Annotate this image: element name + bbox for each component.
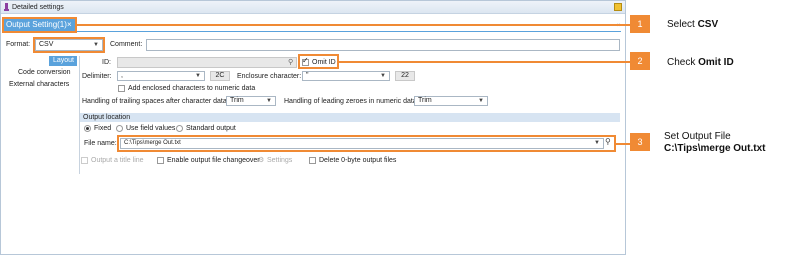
trailing-label: Handling of trailing spaces after charac… [82,98,229,105]
enclosure-select[interactable]: " ▼ [302,71,390,81]
side-tab-code-conversion[interactable]: Code conversion [18,68,71,78]
callout-text-3-line2: C:\Tips\merge Out.txt [664,143,766,154]
enclosure-code: 22 [395,71,415,81]
delimiter-code: 2C [210,71,230,81]
side-tab-external-characters[interactable]: External characters [9,80,69,90]
highlight-file-name [117,135,616,152]
output-location-header: Output location [80,113,620,122]
radio-standard-output[interactable] [176,125,183,132]
callout-line-2 [339,61,630,63]
highlight-omit-id [298,54,339,69]
delimiter-select[interactable]: , ▼ [117,71,205,81]
output-title-line-label: Output a title line [91,157,144,164]
leading-select[interactable]: Trim ▼ [414,96,488,106]
add-enclosed-checkbox[interactable] [118,85,125,92]
callout-text-3-line1: Set Output File [664,131,731,142]
file-name-label: File name: [84,140,117,147]
callout-line-3 [616,143,630,145]
enable-changeover-checkbox[interactable] [157,157,164,164]
radio-use-field-values-label: Use field values [126,125,176,132]
chevron-down-icon: ▼ [478,98,484,104]
comment-input[interactable] [146,39,620,51]
callout-number-1: 1 [630,15,650,33]
callout-text-1: Select CSV [667,19,719,30]
trailing-select[interactable]: Trim ▼ [226,96,276,106]
app-icon [4,3,9,11]
tab-underline [3,31,621,32]
callout-number-3: 3 [630,133,650,151]
comment-label: Comment: [110,41,143,48]
delimiter-label: Delimiter: [82,73,112,80]
radio-fixed[interactable] [84,125,91,132]
pin-icon[interactable] [614,3,622,11]
add-enclosed-label: Add enclosed characters to numeric data [128,85,256,92]
callout-text-2: Check Omit ID [667,57,734,68]
settings-icon: ⚙ [258,157,265,164]
highlight-format [33,37,105,53]
id-input[interactable] [117,57,297,68]
chevron-down-icon: ▼ [195,73,201,79]
radio-fixed-label: Fixed [94,125,112,132]
callout-line-1 [77,24,630,26]
chevron-down-icon: ▼ [266,98,272,104]
radio-standard-output-label: Standard output [186,125,236,132]
format-label: Format: [6,41,31,48]
highlight-tab [2,17,77,33]
side-tab-layout[interactable]: Layout [49,56,77,66]
title-bar [1,1,625,14]
radio-use-field-values[interactable] [116,125,123,132]
delete-zero-byte-checkbox[interactable] [309,157,316,164]
window-title: Detailed settings [12,4,64,11]
search-icon[interactable]: ⚲ [288,58,293,66]
delete-zero-byte-label: Delete 0-byte output files [319,157,397,164]
callout-number-2: 2 [630,52,650,70]
enable-changeover-label: Enable output file changeover [167,157,260,164]
enclosure-label: Enclosure character: [237,73,302,80]
id-label: ID: [102,59,111,66]
chevron-down-icon: ▼ [380,73,386,79]
settings-button[interactable]: Settings [267,156,292,166]
output-title-line-checkbox[interactable] [81,157,88,164]
leading-label: Handling of leading zeroes in numeric da… [284,98,419,105]
